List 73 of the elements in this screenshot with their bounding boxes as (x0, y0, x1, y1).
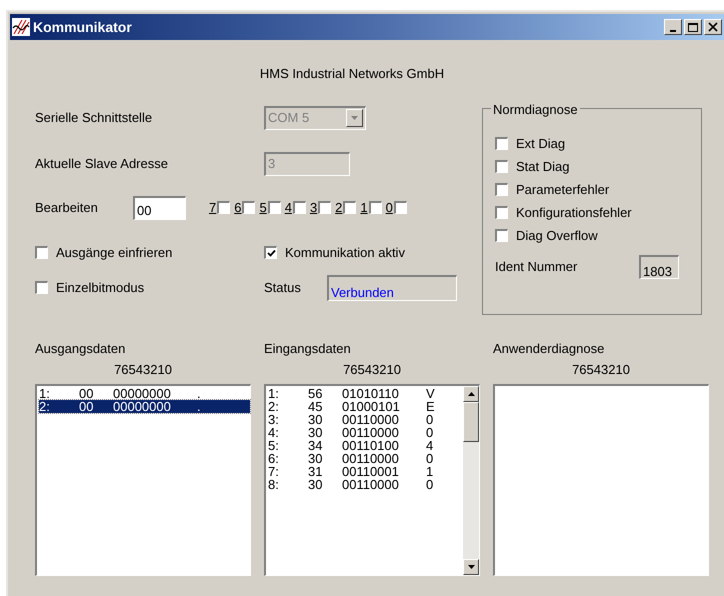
checkbox[interactable] (368, 201, 382, 214)
diag-label: Konfigurationsfehler (516, 204, 632, 222)
checkbox[interactable] (35, 246, 48, 259)
checkbox[interactable] (394, 201, 407, 214)
bit-label: 3 (310, 198, 318, 217)
field-label: Bearbeiten (35, 198, 99, 217)
checkbox[interactable] (495, 206, 508, 219)
close-icon (706, 21, 720, 33)
bit-header: 76543210 (114, 361, 172, 379)
bit-label: 5 (259, 198, 267, 217)
bit-header: 76543210 (572, 361, 630, 379)
diag-label: Parameterfehler (516, 180, 610, 199)
data-list[interactable]: 1: 56 01010110 V 2: 45 01000101 E 3: 30 00110000 0 4: 30 00110000 0 5: 34 00110100 4 6: 30 00110000 0 7: 31 00110001 1 8: 30 00110000 0 (264, 384, 480, 576)
checkbox[interactable] (35, 281, 48, 294)
list-row[interactable]: 3: 30 00110000 0 (268, 412, 463, 426)
option-label: Kommunikation aktiv (285, 244, 405, 262)
up-arrow-icon (468, 392, 474, 396)
close-button[interactable] (704, 19, 722, 35)
data-list[interactable]: 1: 00 00000000 . 2: 00 00000000 . (35, 384, 251, 576)
scroll-thumb[interactable] (463, 402, 479, 442)
list-title: Ausgangsdaten (35, 340, 126, 358)
bit-header: 76543210 (343, 361, 401, 379)
diag-label: Diag Overflow (516, 226, 598, 245)
list-row[interactable]: 1: 56 01010110 V (268, 386, 463, 400)
checkbox[interactable] (318, 201, 332, 214)
list-row[interactable]: 1: 00 00000000 . (39, 386, 250, 400)
diag-label: Stat Diag (516, 158, 570, 176)
scrollbar[interactable] (463, 386, 479, 574)
scroll-up-button[interactable] (463, 386, 479, 402)
field-label: Ident Nummer (495, 258, 578, 276)
company-name: HMS Industrial Networks GmbH (260, 65, 444, 83)
window-title: Kommunikator (33, 18, 132, 36)
bit-label: 7 (209, 198, 216, 217)
down-arrow-icon (468, 564, 474, 568)
checkbox[interactable] (268, 201, 281, 214)
diag-label: Ext Diag (516, 134, 566, 153)
checkbox[interactable] (242, 201, 256, 214)
field-label: Aktuelle Slave Adresse (35, 154, 169, 173)
minimize-button[interactable] (664, 19, 682, 35)
bit-label: 4 (284, 198, 292, 217)
option-label: Einzelbitmodus (56, 278, 144, 297)
list-row[interactable]: 4: 30 00110000 0 (268, 426, 463, 438)
list-row[interactable]: 5: 34 00110100 4 (268, 438, 463, 452)
field-label: Status (264, 278, 302, 297)
checkbox[interactable] (292, 201, 306, 214)
bit-label: 2 (335, 198, 342, 217)
minimize-icon (670, 30, 676, 32)
maximize-icon (686, 21, 700, 33)
checkbox[interactable] (264, 246, 277, 259)
list-row[interactable]: 8: 30 00110000 0 (268, 478, 463, 490)
status-field: Verbunden (327, 274, 457, 300)
field-label: Serielle Schnittstelle (35, 108, 154, 127)
checkbox[interactable] (495, 229, 508, 242)
list-row[interactable]: 2: 45 01000101 E (268, 400, 463, 412)
scroll-down-button[interactable] (463, 558, 479, 574)
checkbox[interactable] (495, 160, 508, 173)
checkbox[interactable] (495, 183, 508, 196)
ident-field: 1803 (639, 254, 679, 278)
checkbox[interactable] (217, 201, 230, 214)
bit-label: 0 (386, 198, 393, 217)
list-row[interactable]: 6: 30 00110000 0 (268, 452, 463, 464)
checkbox[interactable] (343, 201, 356, 214)
edit-value-field[interactable]: 00 (133, 196, 186, 220)
maximize-button[interactable] (684, 19, 702, 35)
bit-label: 6 (234, 198, 242, 217)
bit-label: 1 (360, 198, 368, 217)
list-title: Anwenderdiagnose (493, 340, 604, 358)
option-label: Ausgänge einfrieren (56, 244, 172, 262)
checkbox[interactable] (495, 137, 508, 150)
app-logo-icon (12, 18, 30, 36)
list-row[interactable]: 7: 31 00110001 1 (268, 464, 463, 478)
list-row[interactable]: 2: 00 00000000 . (39, 400, 250, 412)
list-title: Eingangsdaten (264, 340, 351, 358)
